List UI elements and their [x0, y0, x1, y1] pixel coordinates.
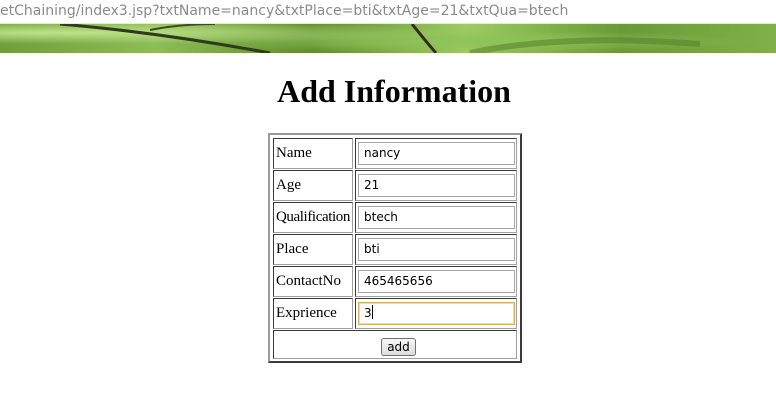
exprience-value: 3 — [364, 306, 372, 320]
page-title: Add Information — [277, 73, 511, 109]
exprience-label-cell: Exprience — [273, 298, 353, 329]
age-label: Age — [276, 177, 301, 193]
qualification-label: Qualification — [276, 209, 350, 225]
header-banner — [0, 24, 776, 53]
place-label: Place — [276, 241, 309, 257]
place-label-cell: Place — [273, 234, 353, 265]
submit-cell: add — [273, 330, 517, 359]
address-bar[interactable]: etChaining/index3.jsp?txtName=nancy&txtP… — [0, 0, 776, 24]
add-button[interactable]: add — [381, 338, 416, 356]
text-caret — [371, 305, 373, 319]
qualification-input-cell: btech — [355, 202, 517, 233]
exprience-input-cell: 3 — [355, 298, 517, 329]
add-information-form: Name nancy Age 21 Qualification btech Pl… — [268, 133, 522, 363]
age-label-cell: Age — [273, 170, 353, 201]
place-input[interactable]: bti — [358, 238, 515, 261]
qualification-label-cell: Qualification — [273, 202, 353, 233]
contactno-label-cell: ContactNo — [273, 266, 353, 297]
contactno-input[interactable]: 465465656 — [358, 270, 515, 293]
age-input[interactable]: 21 — [358, 174, 515, 197]
place-input-cell: bti — [355, 234, 517, 265]
name-label: Name — [276, 145, 312, 161]
name-input[interactable]: nancy — [358, 142, 515, 165]
name-input-cell: nancy — [355, 138, 517, 169]
age-input-cell: 21 — [355, 170, 517, 201]
leaf-branch-decoration — [59, 24, 701, 53]
contactno-input-cell: 465465656 — [355, 266, 517, 297]
exprience-input[interactable]: 3 — [358, 302, 515, 325]
contactno-label: ContactNo — [276, 273, 341, 289]
qualification-input[interactable]: btech — [358, 206, 515, 229]
name-label-cell: Name — [273, 138, 353, 169]
exprience-label: Exprience — [276, 305, 337, 321]
